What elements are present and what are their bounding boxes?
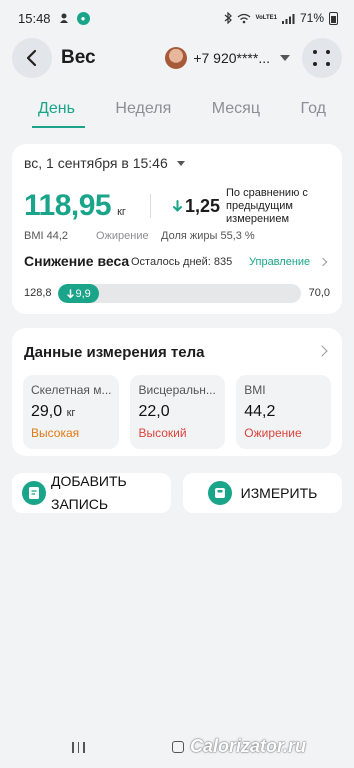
chevron-right-icon	[316, 345, 328, 357]
status-bar: 15:48 ● VoLTE1 71%	[0, 0, 354, 36]
manage-label: Управление	[249, 256, 311, 268]
tile-bmi[interactable]: BMI 44,2 Ожирение	[236, 375, 332, 449]
scale-icon	[207, 481, 232, 505]
weight-display: 118,95 кг	[24, 189, 126, 223]
bmi-value: BMI 44,2	[24, 230, 69, 242]
weight-loss-progress: 9,9	[58, 284, 301, 303]
tab-day[interactable]: День	[32, 100, 85, 128]
weight-delta: 1,25	[173, 196, 220, 217]
compare-caption: По сравнению с предыдущим измерением	[226, 187, 308, 225]
bmi-category: Ожирение	[96, 230, 149, 242]
tab-year[interactable]: Год	[301, 100, 326, 126]
home-button[interactable]	[172, 741, 184, 753]
add-record-button[interactable]: ДОБАВИТЬ ЗАПИСЬ	[12, 473, 171, 513]
weight-loss-title: Снижение веса	[24, 253, 130, 269]
recent-apps-button[interactable]	[72, 742, 85, 753]
weight-value: 118,95	[24, 189, 112, 222]
notification-icon	[58, 12, 70, 24]
signal-icon	[281, 13, 295, 24]
tile-label: Скелетная м...	[31, 383, 112, 397]
back-button[interactable]	[12, 38, 52, 78]
measurement-datetime: вс, 1 сентября в 15:46	[24, 155, 168, 171]
goal-weight: 70,0	[308, 287, 330, 299]
arrow-down-icon	[66, 288, 74, 298]
divider	[150, 194, 151, 218]
tile-value: 22,0	[138, 403, 170, 420]
lost-weight-label: 9,9	[75, 287, 91, 300]
wifi-icon	[237, 13, 251, 24]
measurement-date-selector[interactable]: вс, 1 сентября в 15:46	[24, 155, 185, 171]
system-navigation-bar: Calorizator.ru	[0, 726, 354, 768]
chevron-down-icon	[280, 55, 290, 61]
page-title: Вес	[61, 47, 96, 68]
app-notification-icon: ●	[76, 11, 90, 25]
body-data-title: Данные измерения тела	[24, 344, 205, 361]
days-left: Осталось дней: 835	[131, 256, 233, 268]
tab-week[interactable]: Неделя	[115, 100, 171, 126]
status-time: 15:48	[18, 10, 51, 26]
tab-month[interactable]: Месяц	[212, 100, 260, 126]
tile-status: Высокая	[31, 426, 80, 440]
tile-status: Высокий	[138, 426, 187, 440]
tile-value: 44,2	[244, 403, 276, 420]
chevron-right-icon	[318, 257, 328, 267]
tile-status: Ожирение	[244, 426, 302, 440]
start-weight: 128,8	[24, 287, 52, 299]
add-record-label: ДОБАВИТЬ ЗАПИСЬ	[51, 473, 127, 512]
body-fat-value: Доля жиры 55,3 %	[161, 230, 255, 242]
measure-button[interactable]: ИЗМЕРИТЬ	[183, 473, 342, 513]
body-data-tiles: Скелетная м... 29,0 кг Высокая Висцераль…	[23, 375, 332, 449]
manage-goal-link[interactable]: Управление	[249, 256, 328, 268]
watermark: Calorizator.ru	[190, 736, 307, 756]
account-phone: +7 920****...	[193, 50, 270, 66]
grid-dots-icon	[313, 50, 331, 66]
tile-skeletal-muscle[interactable]: Скелетная м... 29,0 кг Высокая	[23, 375, 120, 449]
weight-card: вс, 1 сентября в 15:46 118,95 кг 1,25 По…	[12, 144, 342, 314]
bluetooth-icon	[224, 12, 232, 24]
delta-value: 1,25	[185, 196, 221, 216]
account-selector[interactable]: +7 920****...	[165, 47, 290, 69]
avatar	[165, 47, 188, 69]
tile-label: Висцеральн...	[138, 383, 216, 397]
document-icon	[22, 481, 46, 505]
measure-label: ИЗМЕРИТЬ	[240, 484, 318, 501]
weight-unit: кг	[117, 206, 126, 218]
tile-value: 29,0 кг	[31, 403, 76, 420]
battery-percent: 71%	[299, 11, 324, 25]
volte-indicator: VoLTE1	[255, 15, 277, 21]
period-tabs: День Неделя Месяц Год	[12, 100, 342, 128]
chevron-left-icon	[26, 49, 37, 67]
arrow-down-icon	[173, 199, 182, 215]
tile-unit: кг	[66, 407, 76, 419]
progress-fill: 9,9	[58, 284, 100, 303]
caret-down-icon	[176, 160, 185, 166]
more-options-button[interactable]	[302, 38, 342, 78]
app-header: Вес +7 920****...	[12, 38, 342, 78]
tile-visceral-fat[interactable]: Висцеральн... 22,0 Высокий	[130, 375, 226, 449]
battery-icon	[329, 11, 338, 25]
tile-label: BMI	[244, 383, 266, 397]
body-data-card[interactable]: Данные измерения тела Скелетная м... 29,…	[12, 328, 342, 456]
